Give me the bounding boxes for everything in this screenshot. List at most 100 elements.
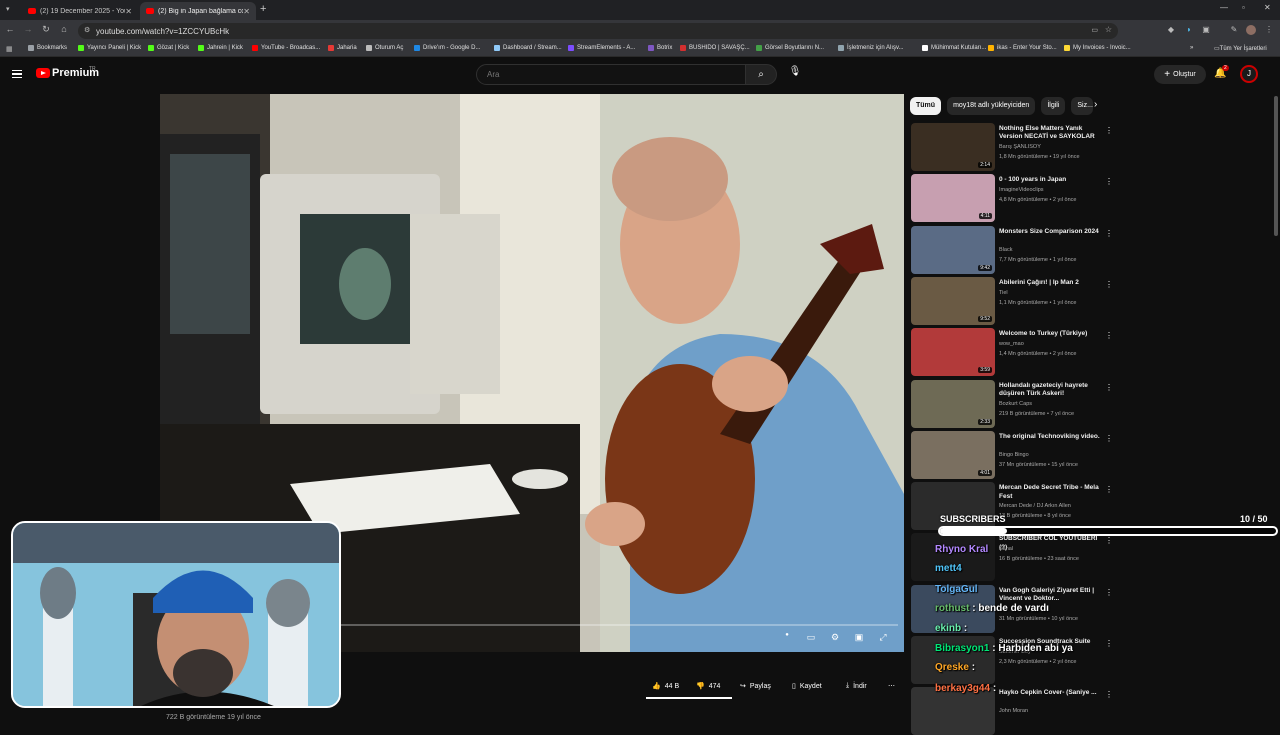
bookmark-item[interactable]: YouTube - Broadcas... bbox=[252, 45, 320, 51]
filter-chip[interactable]: Siz... bbox=[1071, 97, 1094, 115]
search-button[interactable]: ⌕ bbox=[745, 64, 777, 85]
create-button[interactable]: + Oluştur bbox=[1154, 65, 1206, 84]
save-button[interactable]: ▯ Kaydet bbox=[786, 676, 828, 696]
subtitles-icon[interactable]: ▭ bbox=[804, 632, 818, 644]
video-title[interactable]: Welcome to Turkey (Türkiye) bbox=[999, 330, 1107, 338]
bookmark-item[interactable]: Mühimmat Kutuları... bbox=[922, 45, 986, 51]
close-tab-icon[interactable]: ✕ bbox=[125, 7, 132, 16]
filter-chip[interactable]: İlgili bbox=[1041, 97, 1066, 115]
bookmark-item[interactable]: My Invoices - Invoic... bbox=[1064, 45, 1131, 51]
recommended-video[interactable]: 2:33 Hollandalı gazeteciyi hayrete düşüre… bbox=[911, 379, 1121, 428]
hamburger-menu-icon[interactable] bbox=[12, 70, 22, 78]
video-progress-bar[interactable] bbox=[340, 624, 898, 626]
profile-avatar-icon[interactable] bbox=[1246, 25, 1256, 35]
more-actions-button[interactable]: ⋯ bbox=[882, 676, 901, 696]
recommended-video[interactable]: 3:59 Welcome to Turkey (Türkiye) wow_mao 1,… bbox=[911, 328, 1121, 377]
miniplayer-icon[interactable]: ▣ bbox=[852, 632, 866, 644]
install-app-icon[interactable]: ▭ bbox=[1091, 26, 1098, 34]
video-title[interactable]: Van Gogh Galeriyi Ziyaret Etti | Vincent… bbox=[999, 587, 1107, 604]
channel-name[interactable]: Bozkurt Caps bbox=[999, 401, 1032, 407]
recommended-video[interactable]: 4:01 The original Technoviking video. Bing… bbox=[911, 430, 1121, 479]
video-title[interactable]: Abilerini Çağırı! | Ip Man 2 bbox=[999, 279, 1107, 287]
bookmark-item[interactable]: Görsel Boyutlarını N... bbox=[756, 45, 824, 51]
voice-search-icon[interactable]: 🎙 bbox=[787, 66, 803, 82]
filter-chip[interactable]: Tümü bbox=[910, 97, 942, 115]
video-title[interactable]: The original Technoviking video. bbox=[999, 433, 1107, 441]
url-bar[interactable]: ⚙ youtube.com/watch?v=1ZCCYUBcHk ▭ ☆ bbox=[78, 23, 1118, 39]
bookmark-item[interactable]: Bookmarks bbox=[28, 45, 67, 51]
extension-icon[interactable]: ◗ bbox=[1184, 25, 1194, 35]
bookmark-item[interactable]: Jaharia bbox=[328, 45, 357, 51]
all-bookmarks-folder[interactable]: ▭ Tüm Yer İşaretleri bbox=[1214, 45, 1267, 53]
bookmark-item[interactable]: Drive'ım - Google D... bbox=[414, 45, 481, 51]
bookmark-star-icon[interactable]: ☆ bbox=[1105, 25, 1112, 34]
video-thumbnail[interactable]: 3:59 bbox=[911, 328, 995, 377]
share-button[interactable]: ↪ Paylaş bbox=[734, 676, 777, 696]
channel-name[interactable]: Black bbox=[999, 247, 1012, 253]
fullscreen-icon[interactable]: ⤢ bbox=[876, 632, 890, 644]
recommended-video[interactable]: SUBSCRIBER COL YOUTUBERI (?) Kanal 16 B gö… bbox=[911, 533, 1121, 582]
channel-name[interactable]: Kanal bbox=[999, 546, 1013, 552]
more-vertical-icon[interactable]: ⋮ bbox=[1105, 536, 1113, 545]
bookmark-item[interactable]: Gözat | Kick bbox=[148, 45, 189, 51]
apps-grid-icon[interactable]: ▦ bbox=[6, 45, 13, 53]
recommended-video[interactable]: 2:14 Nothing Else Matters Yanık Version N… bbox=[911, 123, 1121, 171]
reload-icon[interactable]: ↻ bbox=[40, 24, 52, 35]
more-vertical-icon[interactable]: ⋮ bbox=[1105, 331, 1113, 340]
more-vertical-icon[interactable]: ⋮ bbox=[1105, 229, 1113, 238]
video-thumbnail[interactable]: 9:42 bbox=[911, 225, 995, 274]
tab-search-icon[interactable]: ▾ bbox=[6, 5, 10, 13]
minimize-icon[interactable]: — bbox=[1220, 3, 1228, 12]
dislike-button[interactable]: 👎 474 bbox=[690, 676, 726, 696]
search-input[interactable]: Ara bbox=[476, 64, 746, 85]
channel-name[interactable]: Tiel bbox=[999, 290, 1008, 296]
bookmark-item[interactable]: ikas - Enter Your Sto... bbox=[988, 45, 1057, 51]
more-vertical-icon[interactable]: ⋮ bbox=[1105, 690, 1113, 699]
extension-icon[interactable]: ▣ bbox=[1201, 25, 1211, 35]
more-vertical-icon[interactable]: ⋮ bbox=[1105, 639, 1113, 648]
more-bookmarks-icon[interactable]: » bbox=[1190, 45, 1193, 51]
chevron-right-icon[interactable]: › bbox=[1094, 99, 1097, 110]
recommended-video[interactable]: 4:11 0 - 100 years in Japan ImagineVideocl… bbox=[911, 174, 1121, 223]
recommended-video[interactable]: 9:42 Monsters Size Comparison 2024 Black 7,… bbox=[911, 225, 1121, 274]
back-icon[interactable]: ← bbox=[4, 24, 16, 34]
browser-tab-2[interactable]: (2) Big in Japan bağlama cover ✕ bbox=[140, 2, 256, 20]
video-title[interactable]: Monsters Size Comparison 2024 bbox=[999, 228, 1107, 236]
browser-tab-1[interactable]: (2) 19 December 2025 - YouTub ✕ bbox=[22, 2, 138, 20]
settings-gear-icon[interactable]: ⚙ bbox=[828, 632, 842, 644]
bookmark-item[interactable]: Dashboard / Stream... bbox=[494, 45, 562, 51]
video-thumbnail[interactable]: 2:14 bbox=[911, 123, 995, 171]
video-title[interactable]: Hollandalı gazeteciyi hayrete düşüren Tü… bbox=[999, 382, 1107, 399]
video-thumbnail[interactable] bbox=[911, 533, 995, 582]
channel-name[interactable]: Bingo Bingo bbox=[999, 452, 1029, 458]
home-icon[interactable]: ⌂ bbox=[58, 24, 70, 34]
bookmark-item[interactable]: İşletmeniz için Alışv... bbox=[838, 45, 904, 51]
video-title[interactable]: SUBSCRIBER COL YOUTUBERI (?) bbox=[999, 535, 1107, 552]
recommended-video[interactable]: 9:52 Abilerini Çağırı! | Ip Man 2 Tiel 1,1 … bbox=[911, 276, 1121, 325]
video-thumbnail[interactable]: 4:01 bbox=[911, 430, 995, 479]
site-info-icon[interactable]: ⚙ bbox=[84, 26, 90, 34]
bookmark-item[interactable]: Oturum Aç bbox=[366, 45, 403, 51]
restore-icon[interactable]: ▫ bbox=[1242, 3, 1245, 12]
video-thumbnail[interactable] bbox=[911, 687, 995, 735]
like-button[interactable]: 👍 44 B bbox=[646, 676, 685, 696]
more-vertical-icon[interactable]: ⋮ bbox=[1105, 177, 1113, 186]
close-tab-icon[interactable]: ✕ bbox=[243, 7, 250, 16]
channel-name[interactable]: wow_mao bbox=[999, 341, 1024, 347]
recommended-video[interactable]: Hayko Cepkin Cover- (Saniye ... John Mora… bbox=[911, 687, 1121, 735]
autoplay-toggle-icon[interactable]: ● bbox=[780, 632, 794, 644]
forward-icon[interactable]: → bbox=[22, 24, 34, 34]
video-title[interactable]: Nothing Else Matters Yanık Version NECAT… bbox=[999, 125, 1107, 142]
video-title[interactable]: 0 - 100 years in Japan bbox=[999, 176, 1107, 184]
channel-name[interactable]: Mercan Dede / DJ Arkın Allen bbox=[999, 503, 1071, 509]
download-button[interactable]: ⤓ İndir bbox=[840, 676, 873, 696]
channel-name[interactable]: ImagineVideoclips bbox=[999, 187, 1044, 193]
more-vertical-icon[interactable]: ⋮ bbox=[1105, 434, 1113, 443]
youtube-logo-icon[interactable] bbox=[36, 68, 50, 78]
more-vertical-icon[interactable]: ⋮ bbox=[1105, 485, 1113, 494]
channel-name[interactable]: John Moran bbox=[999, 708, 1028, 714]
video-thumbnail[interactable]: 2:33 bbox=[911, 379, 995, 428]
bookmark-item[interactable]: Jahrein | Kick bbox=[198, 45, 243, 51]
bookmark-item[interactable]: Yayıncı Paneli | Kick bbox=[78, 45, 141, 51]
more-vertical-icon[interactable]: ⋮ bbox=[1105, 126, 1113, 135]
